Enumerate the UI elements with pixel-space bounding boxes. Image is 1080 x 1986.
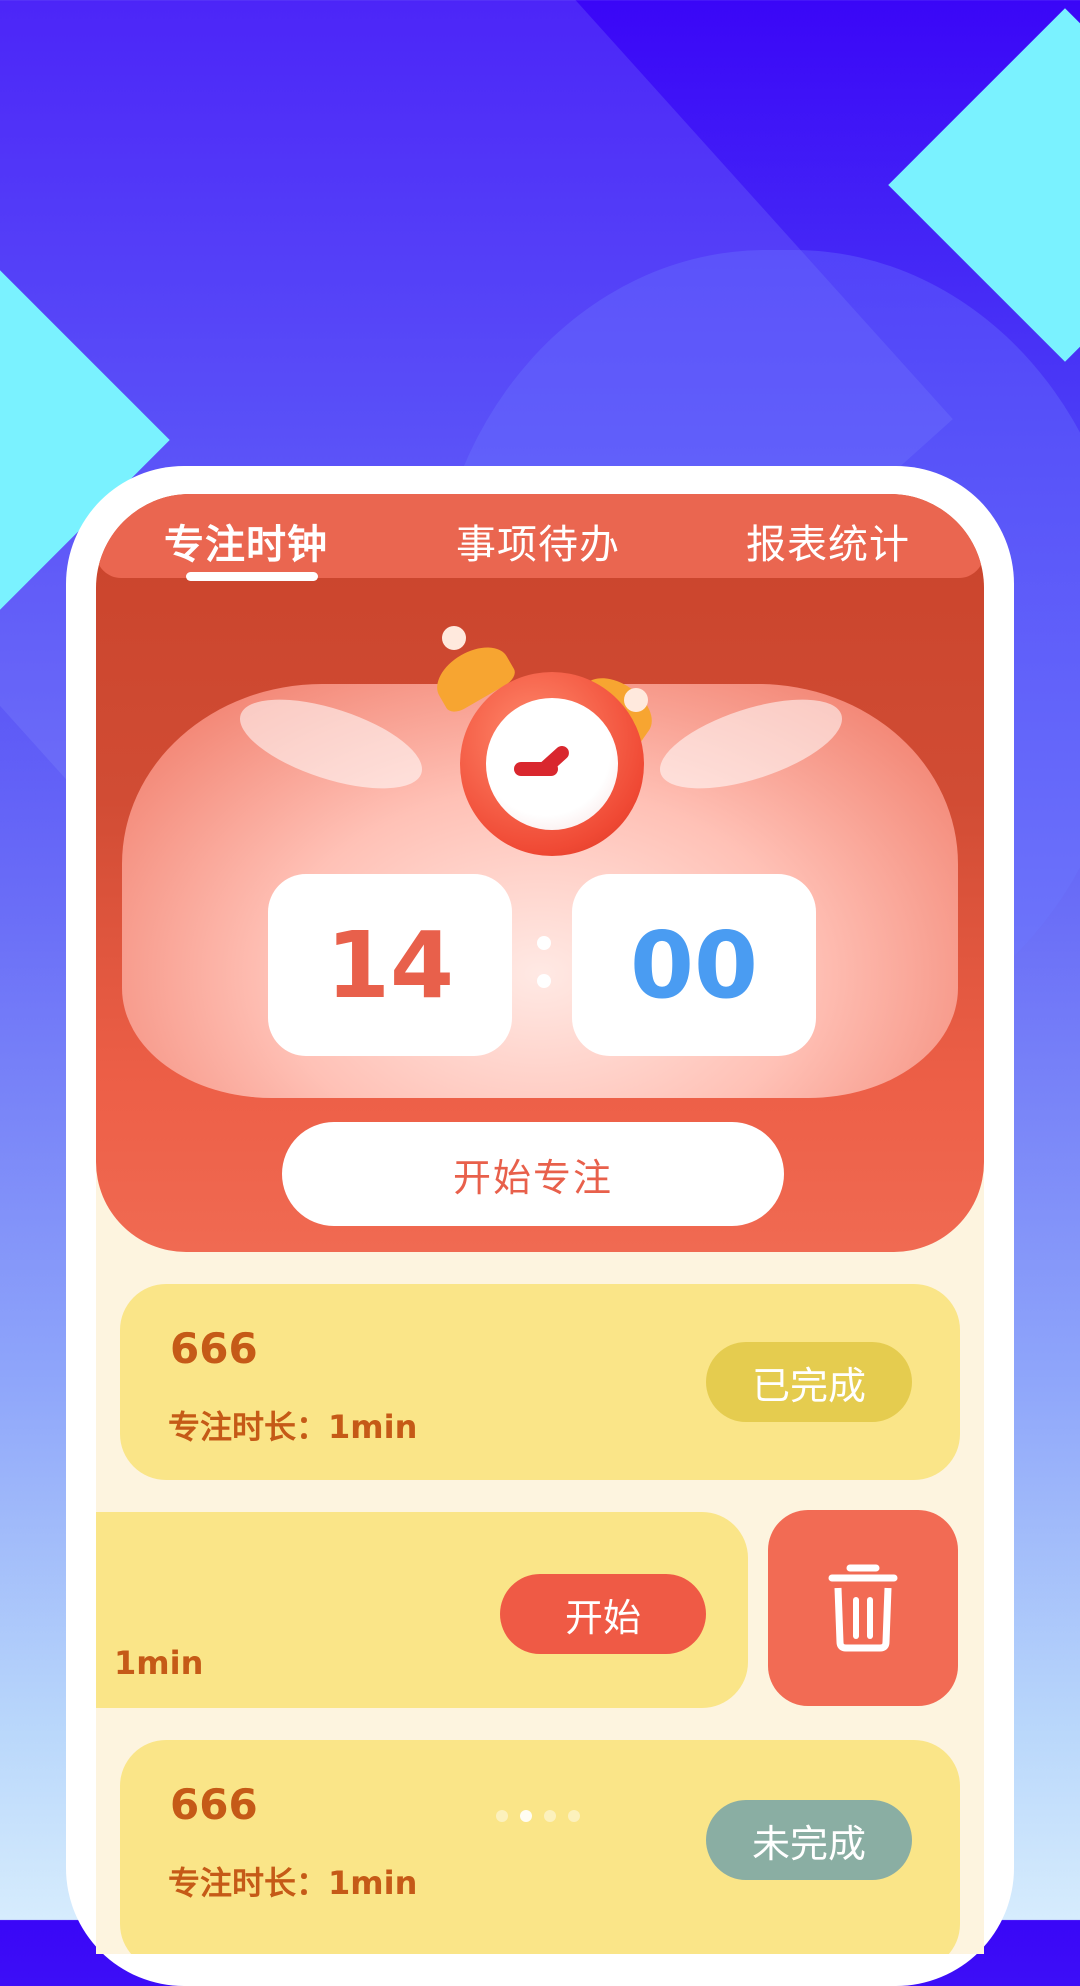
tab-bar: 专注时钟 事项待办 报表统计 [96, 494, 984, 581]
task-title: 666 [170, 1324, 258, 1373]
task-duration: ：1min [96, 1644, 204, 1682]
clock-knob-right [624, 688, 648, 712]
delete-button[interactable] [768, 1510, 958, 1706]
trash-icon [828, 1564, 898, 1652]
clock-knob-left [442, 626, 466, 650]
active-tab-indicator [186, 572, 318, 581]
timer-colon [537, 928, 551, 998]
task-duration: 专注时长：1min [168, 1864, 418, 1902]
task-card-swiped[interactable]: ：1min 开始 [96, 1512, 748, 1708]
task-duration: 专注时长：1min [168, 1408, 418, 1446]
status-badge-incomplete[interactable]: 未完成 [706, 1800, 912, 1880]
task-card[interactable]: 666 专注时长：1min 未完成 [120, 1740, 960, 1954]
timer-seconds: 00 [572, 874, 816, 1056]
task-card[interactable]: 666 专注时长：1min 已完成 [120, 1284, 960, 1480]
timer-panel: 专注时钟 事项待办 报表统计 14 00 开始专注 [96, 494, 984, 1252]
status-badge-completed[interactable]: 已完成 [706, 1342, 912, 1422]
tab-focus-clock[interactable]: 专注时钟 [164, 512, 328, 570]
tab-report[interactable]: 报表统计 [746, 512, 910, 570]
start-focus-button[interactable]: 开始专注 [282, 1122, 784, 1226]
tab-todo[interactable]: 事项待办 [456, 512, 620, 570]
app-screen: 专注时钟 事项待办 报表统计 14 00 开始专注 666 专注时长：1min [96, 494, 984, 1954]
task-title: 666 [170, 1780, 258, 1829]
start-task-button[interactable]: 开始 [500, 1574, 706, 1654]
alarm-clock-icon [427, 624, 663, 856]
timer-minutes: 14 [268, 874, 512, 1056]
